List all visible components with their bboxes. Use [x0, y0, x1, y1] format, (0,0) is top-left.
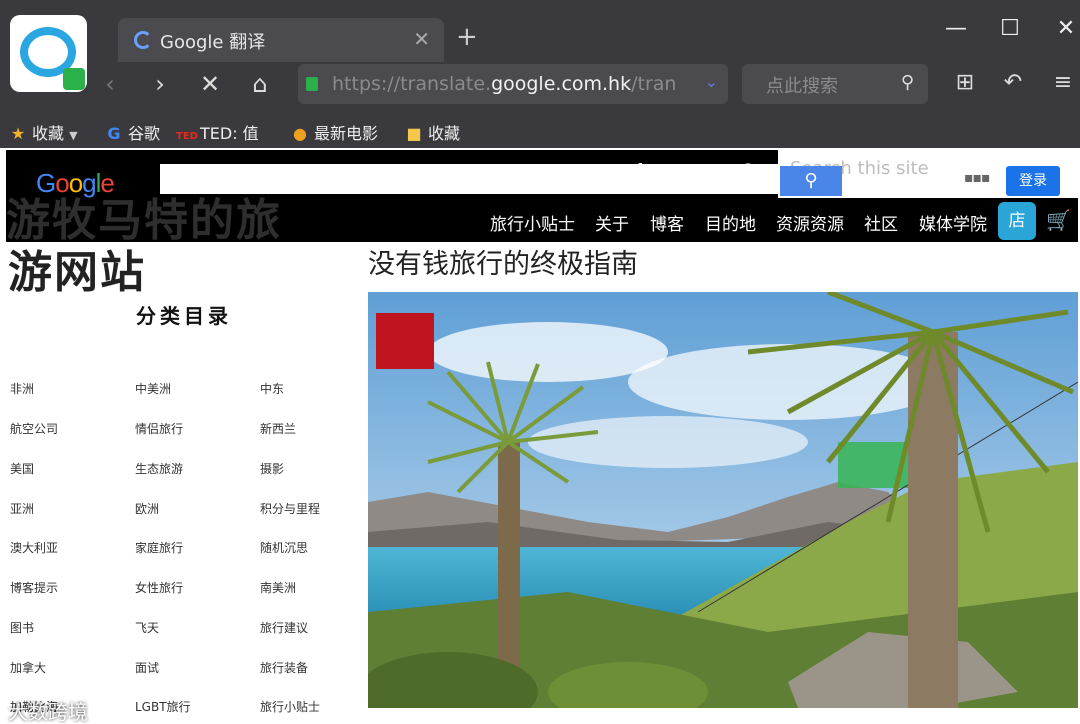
category-link[interactable]: 南美洲: [260, 579, 296, 596]
back-button[interactable]: ‹: [92, 70, 128, 98]
chevron-down-icon[interactable]: ⌄: [705, 72, 718, 91]
category-link[interactable]: 女性旅行: [135, 579, 183, 596]
loading-spinner-icon: [134, 31, 152, 49]
translate-search-button[interactable]: ⚲: [780, 166, 842, 196]
tab-title: Google 翻译: [160, 32, 266, 53]
url-text[interactable]: https://translate.google.com.hk/tran: [332, 73, 687, 95]
web-page: f ◎ ✦ ℗ Search this site Google ⚲ ▪▪▪ 登录…: [0, 148, 1080, 724]
play-icon: ●: [293, 124, 307, 143]
article-title[interactable]: 没有钱旅行的终极指南: [368, 242, 638, 281]
browser-search-box[interactable]: 点此搜索 ⚲: [742, 64, 928, 104]
site-title-line2: 游网站: [8, 247, 146, 298]
nav-community[interactable]: 社区: [864, 210, 898, 235]
category-link[interactable]: 家庭旅行: [135, 539, 183, 556]
category-link[interactable]: 亚洲: [10, 500, 34, 517]
stop-button[interactable]: ✕: [192, 70, 228, 98]
search-icon[interactable]: ⚲: [901, 72, 914, 93]
category-link[interactable]: 非洲: [10, 380, 34, 397]
maximize-button[interactable]: ☐: [990, 16, 1030, 41]
grid-icon[interactable]: ⊞: [948, 70, 982, 95]
category-link[interactable]: 中东: [260, 380, 284, 397]
bookmark-ted[interactable]: TED TED: 值: [176, 120, 259, 144]
category-link[interactable]: 航空公司: [10, 420, 58, 437]
category-link[interactable]: 博客提示: [10, 579, 58, 596]
nav-destinations[interactable]: 目的地: [705, 210, 756, 235]
bookmark-google[interactable]: G 谷歌: [104, 120, 160, 144]
category-link[interactable]: 新西兰: [260, 420, 296, 437]
category-link[interactable]: 旅行装备: [260, 659, 308, 676]
search-icon: ⚲: [804, 170, 818, 191]
category-link[interactable]: 飞天: [135, 619, 159, 636]
category-link[interactable]: 随机沉思: [260, 539, 308, 556]
minimize-button[interactable]: —: [936, 16, 976, 41]
red-badge: [376, 313, 434, 369]
category-link[interactable]: LGBT旅行: [135, 698, 191, 715]
dropdown-arrow-icon[interactable]: ▼: [69, 129, 77, 142]
category-link[interactable]: 欧洲: [135, 500, 159, 517]
hero-image: [368, 292, 1078, 708]
nav-media-academy[interactable]: 媒体学院: [919, 210, 987, 235]
shop-button[interactable]: 店: [998, 202, 1036, 240]
close-window-button[interactable]: ✕: [1046, 16, 1080, 41]
google-icon: G: [107, 124, 121, 143]
lock-badge-icon: [63, 68, 85, 90]
category-link[interactable]: 积分与里程: [260, 500, 320, 517]
watermark-text: 大数跨境: [8, 700, 88, 724]
category-link[interactable]: 中美洲: [135, 380, 171, 397]
search-placeholder: 点此搜索: [766, 76, 838, 97]
bookmark-movies[interactable]: ● 最新电影: [290, 120, 378, 144]
address-bar[interactable]: https://translate.google.com.hk/tran ⌄: [298, 64, 728, 104]
nav-resources[interactable]: 资源资源: [776, 210, 844, 235]
nav-about[interactable]: 关于: [595, 210, 629, 235]
apps-grid-icon[interactable]: ▪▪▪: [964, 170, 990, 186]
menu-icon[interactable]: ≡: [1046, 70, 1080, 95]
undo-icon[interactable]: ↶: [996, 70, 1030, 95]
home-button[interactable]: ⌂: [242, 70, 278, 98]
category-link[interactable]: 澳大利亚: [10, 539, 58, 556]
forward-button[interactable]: ›: [142, 70, 178, 98]
landscape-illustration: [368, 292, 1078, 708]
star-icon: ★: [10, 124, 26, 143]
ted-icon: TED: [176, 131, 198, 142]
secure-lock-icon: [306, 77, 318, 91]
bookmark-favorites[interactable]: ★ 收藏 ▼: [8, 120, 78, 144]
category-link[interactable]: 生态旅游: [135, 460, 183, 477]
category-link[interactable]: 面试: [135, 659, 159, 676]
category-link[interactable]: 摄影: [260, 460, 284, 477]
category-link[interactable]: 美国: [10, 460, 34, 477]
nav-blog[interactable]: 博客: [650, 210, 684, 235]
folder-icon: ■: [406, 124, 422, 143]
category-link[interactable]: 情侣旅行: [135, 420, 183, 437]
tab-google-translate[interactable]: Google 翻译 ✕: [118, 18, 444, 62]
cart-icon[interactable]: 🛒: [1046, 208, 1071, 232]
category-link[interactable]: 旅行小贴士: [260, 698, 320, 715]
login-button[interactable]: 登录: [1006, 166, 1060, 196]
new-tab-button[interactable]: +: [456, 22, 478, 52]
bookmarks-bar: ★ 收藏 ▼ G 谷歌 TED TED: 值 ● 最新电影 ■ 收藏: [0, 112, 1080, 148]
browser-logo-icon[interactable]: [10, 15, 87, 92]
category-link[interactable]: 图书: [10, 619, 34, 636]
browser-chrome: Google 翻译 ✕ + — ☐ ✕ ‹ › ✕ ⌂ https://tran…: [0, 0, 1080, 148]
bookmark-folder[interactable]: ■ 收藏: [404, 120, 460, 144]
category-link[interactable]: 旅行建议: [260, 619, 308, 636]
category-heading: 分类目录: [136, 304, 232, 328]
nav-travel-tips[interactable]: 旅行小贴士: [490, 210, 575, 235]
tab-close-icon[interactable]: ✕: [413, 27, 430, 51]
category-link[interactable]: 加拿大: [10, 659, 46, 676]
